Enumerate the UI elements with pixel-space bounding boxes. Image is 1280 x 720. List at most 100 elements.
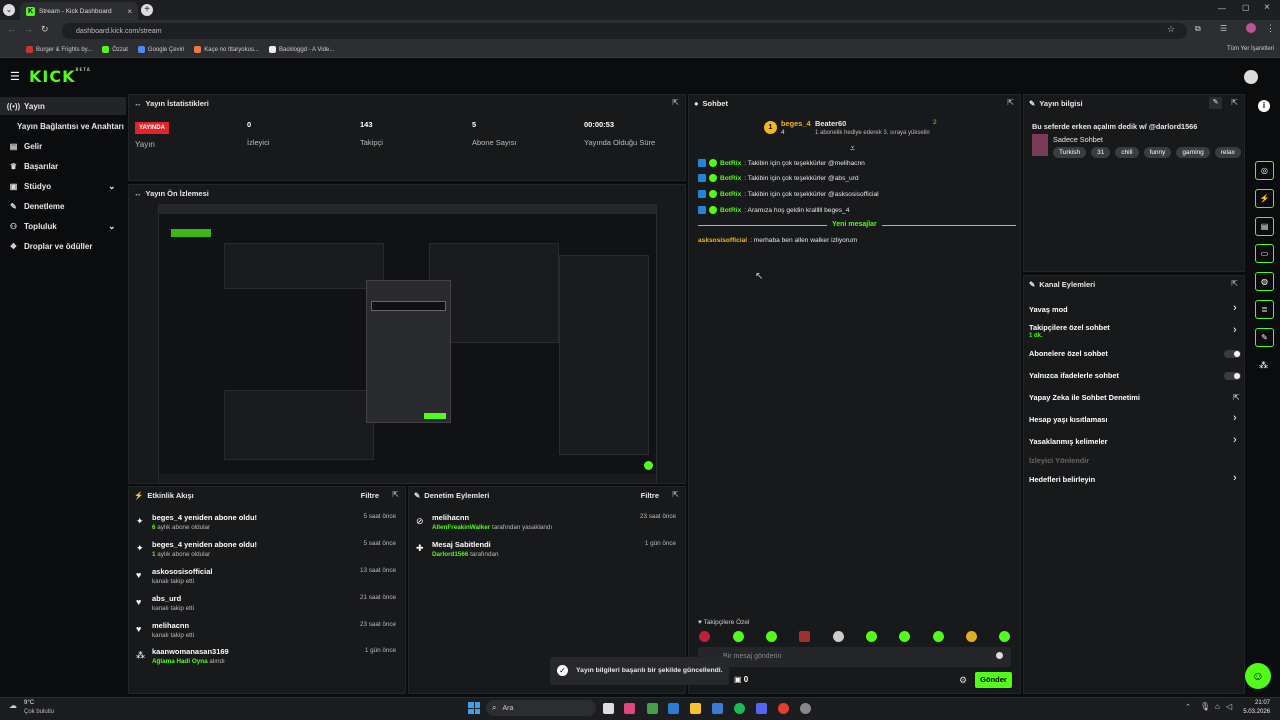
popout-icon[interactable]: ⇱ xyxy=(1007,98,1014,107)
bolt-icon[interactable]: ⚡ xyxy=(1255,189,1274,208)
emote-icon[interactable] xyxy=(699,631,710,642)
sidebar-item-stream-key[interactable]: Yayın Bağlantısı ve Anahtarı xyxy=(0,117,126,135)
emote-icon[interactable] xyxy=(766,631,777,642)
xbox-icon[interactable] xyxy=(647,703,658,714)
emote-icon[interactable] xyxy=(799,631,810,642)
reload-icon[interactable]: ↻ xyxy=(41,24,49,35)
popout-icon[interactable]: ⇱ xyxy=(672,98,679,107)
filter-button[interactable]: Filtre xyxy=(361,491,379,500)
emote-icon[interactable] xyxy=(833,631,844,642)
store-icon[interactable] xyxy=(712,703,723,714)
ai-moderation-action[interactable]: Yapay Zeka ile Sohbet Denetimi xyxy=(1029,393,1140,402)
clock-date[interactable]: 5.03.2026 xyxy=(1240,709,1270,715)
emote-icon[interactable] xyxy=(999,631,1010,642)
popout-icon[interactable]: ⇱ xyxy=(1231,279,1238,288)
weather-icon[interactable]: ☁ xyxy=(9,701,17,710)
maximize-icon[interactable]: ▢ xyxy=(1242,3,1250,12)
all-bookmarks[interactable]: Tüm Yer İşaretleri xyxy=(1227,46,1274,52)
chat-username[interactable]: BotRix xyxy=(720,160,741,167)
bookmark-item[interactable]: Google Çeviri xyxy=(137,46,184,53)
sidebar-item-droplar[interactable]: ❖ Droplar ve ödüller xyxy=(0,237,126,255)
chevron-right-icon[interactable]: › xyxy=(1233,412,1237,424)
reading-list-icon[interactable]: ☰ xyxy=(1220,24,1227,33)
banned-words-action[interactable]: Yasaklanmış kelimeler xyxy=(1029,437,1107,446)
bookmark-item[interactable]: Kaçe no Ittaryokus... xyxy=(194,46,259,53)
emoji-icon[interactable] xyxy=(996,652,1003,659)
bookmark-item[interactable]: Özzat xyxy=(102,46,128,53)
discord-icon[interactable] xyxy=(756,703,767,714)
forward-icon[interactable]: → xyxy=(24,24,33,34)
extensions-icon[interactable]: ⧉ xyxy=(1195,24,1201,34)
wrench-icon[interactable]: ✎ xyxy=(1255,328,1274,347)
chat-username[interactable]: BotRix xyxy=(720,191,741,198)
chevron-right-icon[interactable]: › xyxy=(1233,302,1237,314)
top-gifter-name[interactable]: beges_4 xyxy=(781,119,811,128)
info-icon[interactable]: i xyxy=(1258,100,1270,112)
minimize-icon[interactable]: — xyxy=(1218,4,1226,13)
collapse-icon[interactable]: ⩡ xyxy=(850,143,855,154)
emote-icon[interactable] xyxy=(966,631,977,642)
bookmark-item[interactable]: Backloggd - A Vide... xyxy=(268,46,334,53)
tray-chevron-icon[interactable]: ⌃ xyxy=(1185,703,1191,711)
edit-pencil-icon[interactable]: ✎ xyxy=(1209,97,1222,109)
slow-mode-action[interactable]: Yavaş mod xyxy=(1029,305,1068,314)
new-tab-icon[interactable]: + xyxy=(141,4,153,16)
sidebar-item-topluluk[interactable]: ⚇ Topluluk ⌄ xyxy=(0,217,126,235)
sidebar-item-yayin[interactable]: ((•)) Yayın xyxy=(0,97,126,115)
file-explorer-icon[interactable] xyxy=(690,703,701,714)
menu-dots-icon[interactable]: ⋮ xyxy=(1266,23,1275,34)
kick-logo[interactable]: KICKBETA xyxy=(29,67,91,86)
goals-action[interactable]: Hedefleri belirleyin xyxy=(1029,475,1095,484)
send-button[interactable]: Gönder xyxy=(975,672,1012,688)
chat-input[interactable]: Bir mesaj gönderin xyxy=(698,647,1011,667)
bookmark-item[interactable]: Burger & Frights by... xyxy=(26,46,92,53)
popout-icon[interactable]: ⇱ xyxy=(1231,98,1238,107)
emote-icon[interactable] xyxy=(933,631,944,642)
task-view-icon[interactable] xyxy=(603,703,614,714)
clock-time[interactable]: 21:07 xyxy=(1244,700,1270,706)
sidebar-item-studyo[interactable]: ▣ Stüdyo ⌄ xyxy=(0,177,126,195)
chevron-right-icon[interactable]: › xyxy=(1233,434,1237,446)
sidebar-item-denetleme[interactable]: ✎ Denetleme xyxy=(0,197,126,215)
popout-icon[interactable]: ⇱ xyxy=(672,490,679,499)
chrome-icon[interactable] xyxy=(778,703,789,714)
stack-icon[interactable]: ≣ xyxy=(1255,300,1274,319)
sidebar-item-gelir[interactable]: ▤ Gelir xyxy=(0,137,126,155)
emote-icon[interactable] xyxy=(899,631,910,642)
mic-icon[interactable]: 🎙 xyxy=(1200,702,1210,711)
tab-search-icon[interactable]: ⌄ xyxy=(3,4,15,16)
add-widget-icon[interactable]: ⁂ xyxy=(1259,360,1268,371)
close-window-icon[interactable]: × xyxy=(1264,2,1270,13)
start-button[interactable] xyxy=(468,702,480,714)
emote-icon[interactable] xyxy=(866,631,877,642)
preview-video[interactable] xyxy=(158,204,657,484)
chat-username[interactable]: asksosisofficial xyxy=(698,237,747,244)
chat-username[interactable]: BotRix xyxy=(720,175,741,182)
settings-gear-icon[interactable]: ⚙ xyxy=(959,675,967,686)
volume-icon[interactable]: ◁ xyxy=(1226,702,1232,711)
sidebar-item-basarilar[interactable]: ♛ Başarılar xyxy=(0,157,126,175)
filter-button[interactable]: Filtre xyxy=(641,491,659,500)
url-field[interactable]: dashboard.kick.com/stream xyxy=(62,23,1187,39)
external-link-icon[interactable]: ⇱ xyxy=(1233,393,1240,402)
browser-tab[interactable]: K Stream - Kick Dashboard × xyxy=(20,2,138,20)
camera-icon[interactable]: ◎ xyxy=(1255,161,1274,180)
chat-username[interactable]: BotRix xyxy=(720,207,741,214)
hamburger-menu-icon[interactable]: ☰ xyxy=(10,70,20,83)
chevron-right-icon[interactable]: › xyxy=(1233,324,1237,336)
chat-bubble-icon[interactable]: ▭ xyxy=(1255,244,1274,263)
spotify-icon[interactable] xyxy=(734,703,745,714)
help-chat-icon[interactable]: ☺ xyxy=(1245,663,1271,689)
network-icon[interactable]: ⌂ xyxy=(1215,702,1220,711)
followers-only-action[interactable]: Takipçilere özel sohbet xyxy=(1029,323,1110,332)
profile-avatar[interactable] xyxy=(1246,23,1256,33)
user-avatar[interactable] xyxy=(1244,70,1258,84)
close-tab-icon[interactable]: × xyxy=(127,7,132,16)
account-age-action[interactable]: Hesap yaşı kısıtlaması xyxy=(1029,415,1107,424)
broadcast-icon[interactable]: ◍ xyxy=(1255,272,1274,291)
copilot-icon[interactable] xyxy=(624,703,635,714)
second-gifter-name[interactable]: Beater60 xyxy=(815,119,846,128)
obs-icon[interactable] xyxy=(800,703,811,714)
back-icon[interactable]: ← xyxy=(7,24,16,34)
emotes-only-toggle[interactable] xyxy=(1224,372,1241,380)
